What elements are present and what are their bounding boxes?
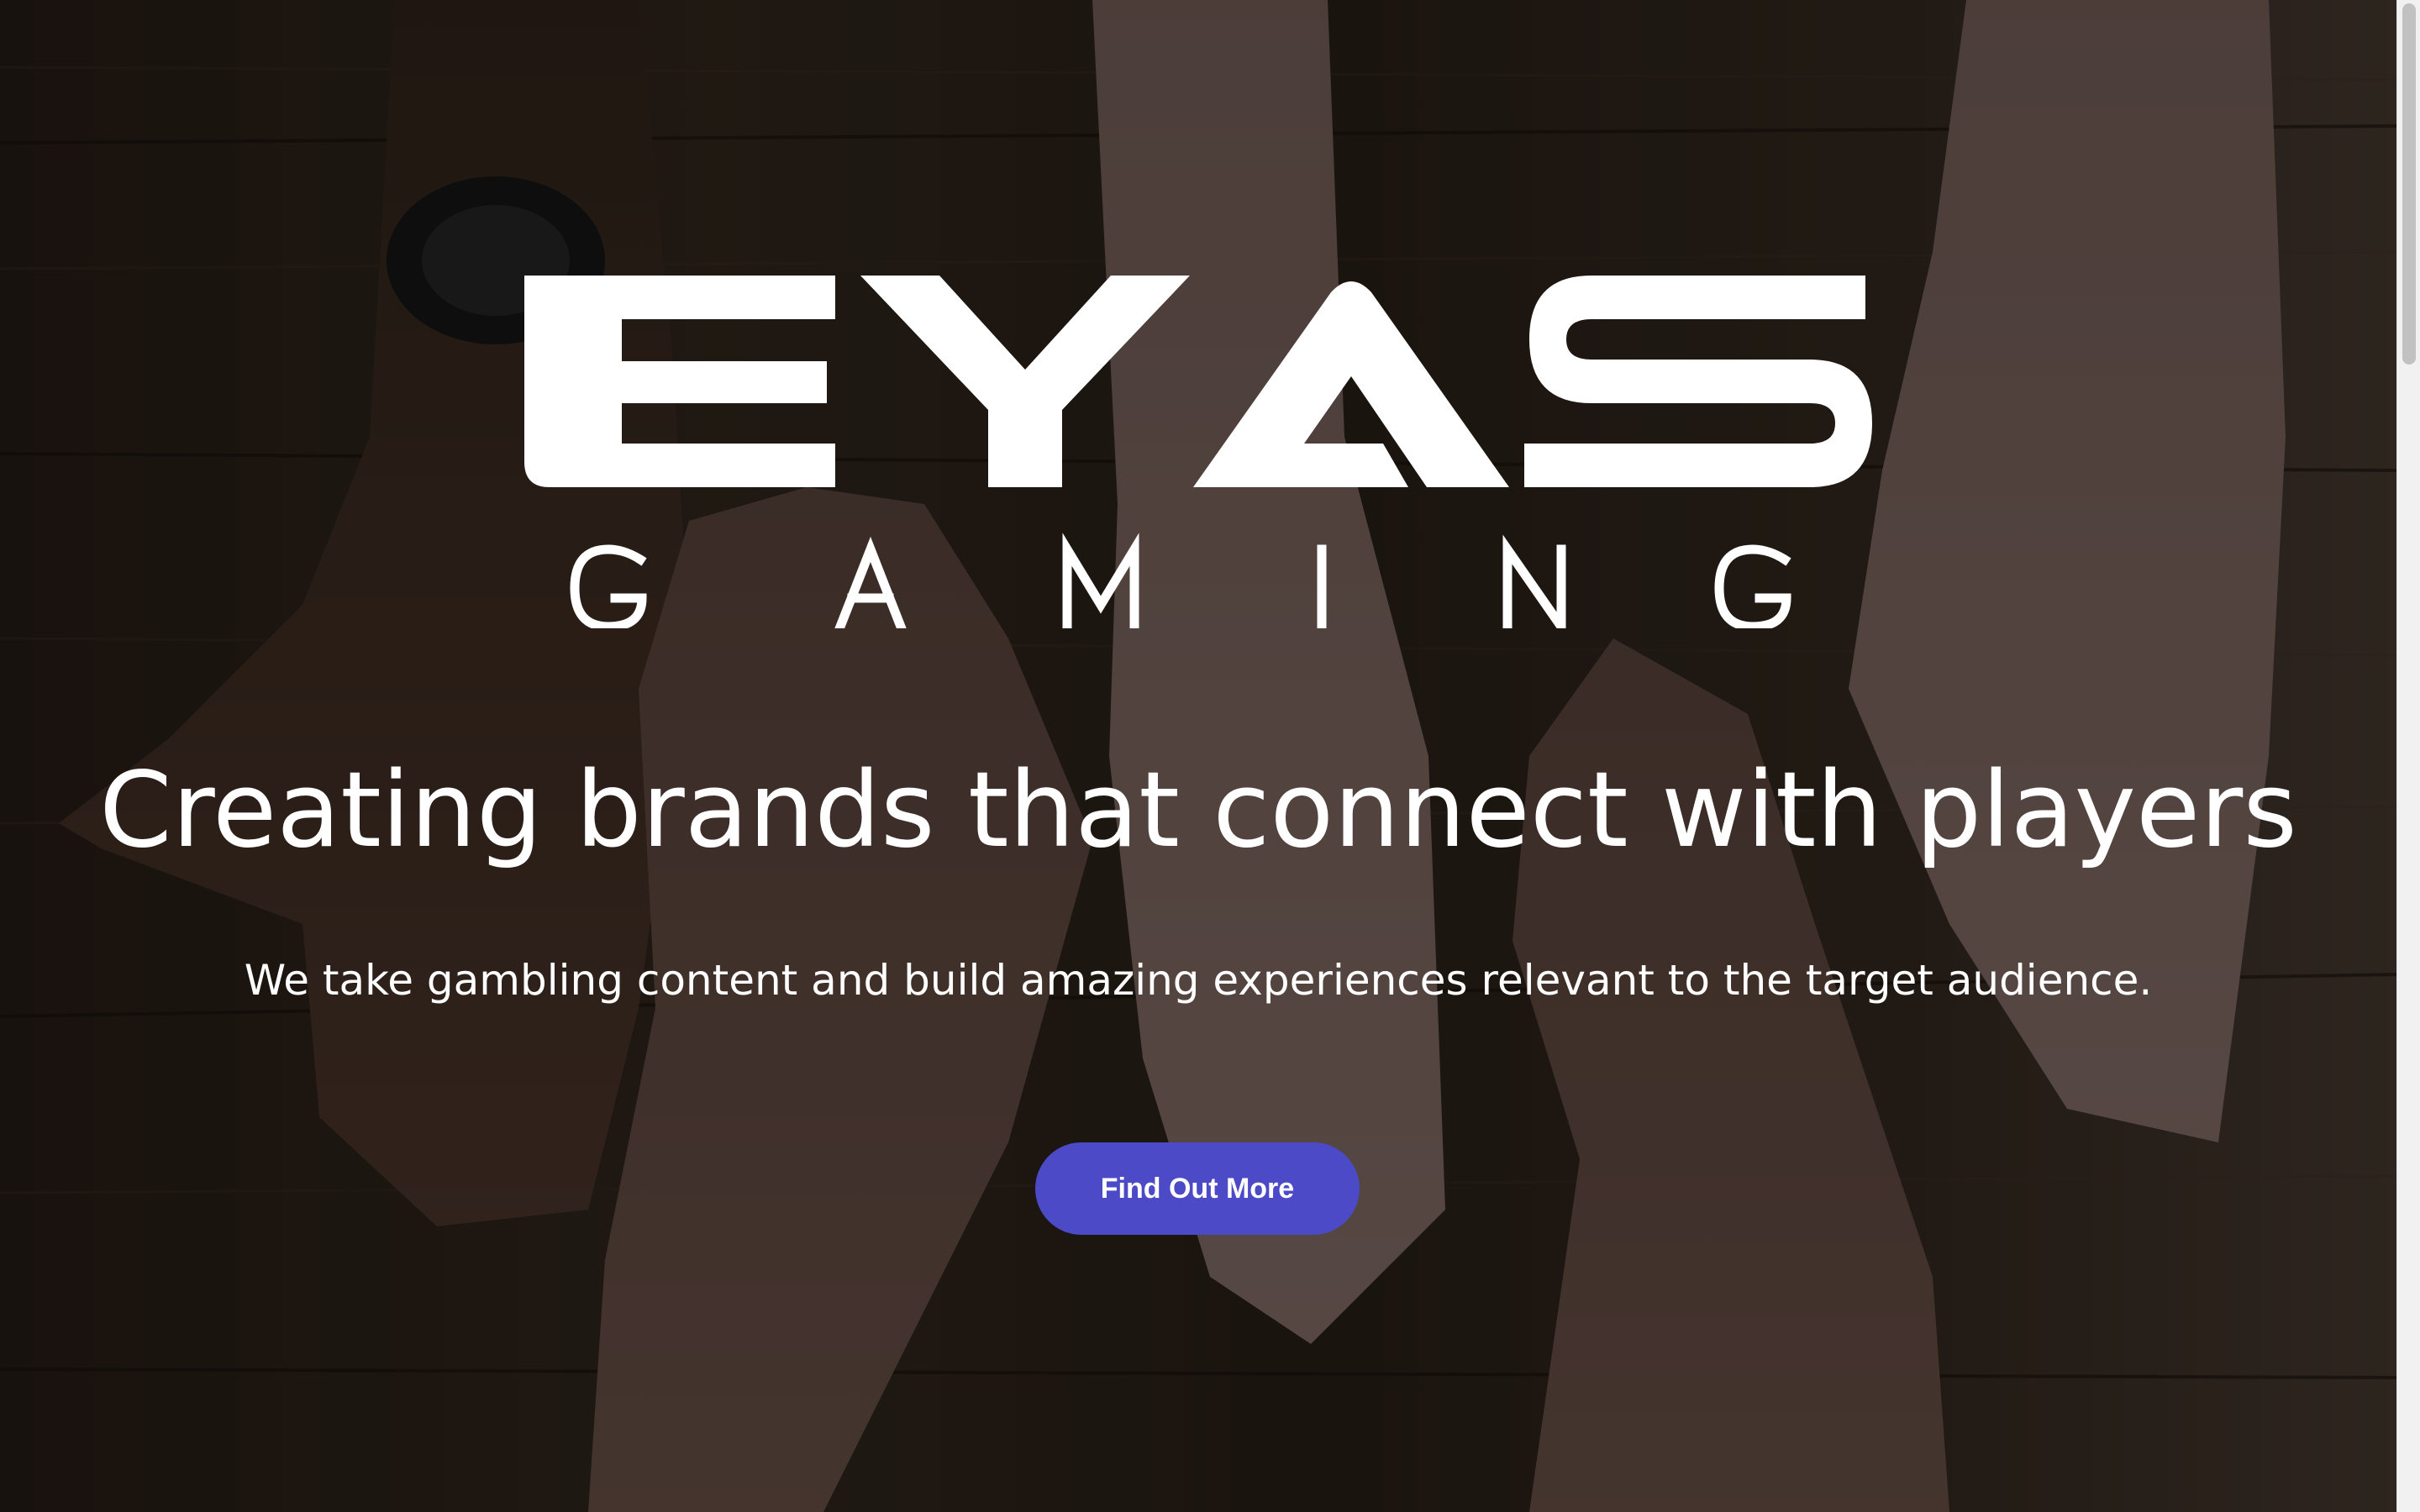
page-scrollbar[interactable] (2396, 0, 2420, 1512)
hero-headline: Creating brands that connect with player… (99, 750, 2297, 871)
hero-section: Creating brands that connect with player… (0, 0, 2396, 1512)
find-out-more-button[interactable]: Find Out More (1035, 1142, 1360, 1235)
hero-subheadline: We take gambling content and build amazi… (244, 956, 2153, 1005)
eyas-gaming-logo (524, 276, 1872, 628)
logo-wordmark (524, 276, 1872, 628)
scrollbar-thumb[interactable] (2402, 3, 2416, 365)
